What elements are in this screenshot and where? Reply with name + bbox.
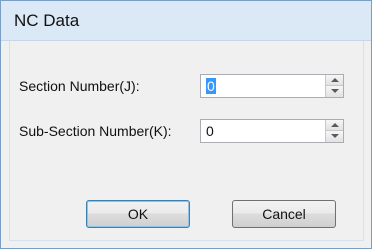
sub-section-number-spinner[interactable]: 0	[200, 119, 344, 143]
section-number-value[interactable]: 0	[206, 78, 216, 94]
title-bar: NC Data	[1, 1, 371, 41]
nc-data-dialog: NC Data Section Number(J): 0 Sub-Section…	[0, 0, 372, 249]
spin-down-icon[interactable]	[326, 86, 343, 97]
sub-section-number-spin-buttons	[325, 120, 343, 142]
dialog-body: Section Number(J): 0 Sub-Section Number(…	[9, 41, 364, 241]
spin-up-icon[interactable]	[326, 120, 343, 131]
section-number-spinner[interactable]: 0	[200, 74, 344, 98]
spin-up-icon[interactable]	[326, 75, 343, 86]
spin-down-icon[interactable]	[326, 131, 343, 142]
section-number-spin-buttons	[325, 75, 343, 97]
dialog-title: NC Data	[14, 11, 80, 30]
section-number-label: Section Number(J):	[19, 78, 140, 94]
cancel-button[interactable]: Cancel	[232, 200, 336, 228]
ok-button[interactable]: OK	[86, 200, 190, 228]
sub-section-number-value[interactable]: 0	[206, 123, 214, 139]
sub-section-number-label: Sub-Section Number(K):	[19, 123, 172, 139]
